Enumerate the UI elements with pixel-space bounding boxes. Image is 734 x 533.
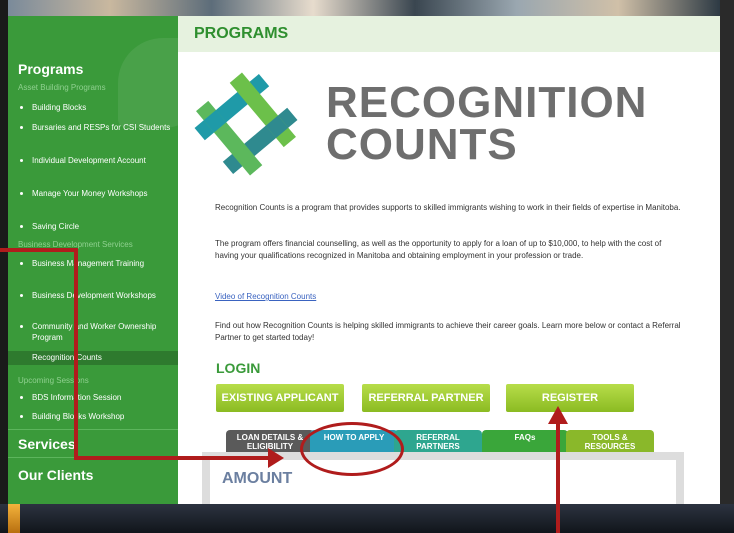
sidebar-item-ida[interactable]: Individual Development Account xyxy=(18,155,178,166)
program-tabs: LOAN DETAILS & ELIGIBILITY HOW TO APPLY … xyxy=(218,430,688,452)
leaf-decoration xyxy=(118,38,178,128)
sidebar-item-services[interactable]: Services xyxy=(18,436,76,452)
recognition-counts-logo-icon xyxy=(194,72,298,176)
sidebar-item-label: Bursaries and RESPs for CSI Students xyxy=(32,123,171,132)
bullet-icon xyxy=(20,192,23,195)
tab-referral-partners[interactable]: REFERRAL PARTNERS xyxy=(394,430,482,452)
sidebar-item-bursaries[interactable]: Bursaries and RESPs for CSI Students xyxy=(18,122,178,133)
logo-line2: COUNTS xyxy=(326,120,518,169)
financial-paragraph: The program offers financial counselling… xyxy=(215,239,662,260)
sidebar-item-building-blocks-workshop[interactable]: Building Blocks Workshop xyxy=(18,411,178,422)
video-link[interactable]: Video of Recognition Counts xyxy=(215,292,316,301)
banner-photo-strip xyxy=(8,0,720,16)
sidebar-section-asset-building: Asset Building Programs xyxy=(18,83,106,92)
taskbar xyxy=(0,504,734,533)
sidebar-item-label: Business Management Training xyxy=(32,259,145,268)
sidebar-item-community-ownership[interactable]: Community and Worker Ownership Program xyxy=(18,321,178,343)
bullet-icon xyxy=(20,325,23,328)
sidebar: Programs Asset Building Programs Buildin… xyxy=(8,16,178,504)
section-header: PROGRAMS xyxy=(178,16,720,52)
bullet-icon xyxy=(20,396,23,399)
sidebar-item-label: Individual Development Account xyxy=(32,156,146,165)
sidebar-item-money-workshops[interactable]: Manage Your Money Workshops xyxy=(18,188,178,199)
referral-partner-button[interactable]: REFERRAL PARTNER xyxy=(362,384,490,412)
sidebar-item-business-development[interactable]: Business Development Workshops xyxy=(18,290,178,301)
sidebar-item-our-clients[interactable]: Our Clients xyxy=(18,467,93,483)
divider xyxy=(8,429,178,430)
sidebar-item-recognition-counts[interactable]: Recognition Counts xyxy=(8,351,178,365)
bullet-icon xyxy=(20,126,23,129)
bullet-icon xyxy=(20,225,23,228)
annotation-arrow-left-horizontal xyxy=(74,456,270,460)
page-title: PROGRAMS xyxy=(194,25,289,42)
sidebar-item-label: Community and Worker Ownership Program xyxy=(32,322,157,342)
sidebar-item-label: Manage Your Money Workshops xyxy=(32,189,148,198)
annotation-arrow-left-segment xyxy=(0,248,78,252)
window-edge xyxy=(720,0,734,504)
intro-paragraph: Recognition Counts is a program that pro… xyxy=(215,203,681,212)
sidebar-item-label: Saving Circle xyxy=(32,222,80,231)
highlight-circle xyxy=(300,422,404,476)
annotation-arrow-up-vertical xyxy=(556,422,560,533)
sidebar-item-business-management[interactable]: Business Management Training xyxy=(18,258,178,269)
bullet-icon xyxy=(20,415,23,418)
bullet-icon xyxy=(20,262,23,265)
annotation-arrow-left-vertical xyxy=(74,248,78,460)
bullet-icon xyxy=(20,106,23,109)
arrow-up-icon xyxy=(548,406,568,424)
arrow-right-icon xyxy=(268,448,284,468)
logo-line1: RECOGNITION xyxy=(326,78,648,127)
amount-heading: AMOUNT xyxy=(222,470,293,487)
sidebar-item-building-blocks[interactable]: Building Blocks xyxy=(18,102,178,113)
sidebar-item-label: Building Blocks Workshop xyxy=(32,412,125,421)
learn-more-paragraph: Find out how Recognition Counts is helpi… xyxy=(215,321,681,342)
existing-applicant-button[interactable]: EXISTING APPLICANT xyxy=(216,384,344,412)
logo-wordmark: RECOGNITION COUNTS xyxy=(326,78,648,169)
sidebar-item-label: Building Blocks xyxy=(32,103,87,112)
sidebar-section-upcoming: Upcoming Sessions xyxy=(18,376,89,385)
main-content: RECOGNITION COUNTS Recognition Counts is… xyxy=(178,52,720,504)
sidebar-item-bds-session[interactable]: BDS Information Session xyxy=(18,392,178,403)
login-heading: LOGIN xyxy=(216,360,261,376)
bullet-icon xyxy=(20,294,23,297)
sidebar-heading-programs[interactable]: Programs xyxy=(18,61,83,77)
start-button-icon[interactable] xyxy=(8,504,20,533)
sidebar-item-label: Business Development Workshops xyxy=(32,291,156,300)
bullet-icon xyxy=(20,159,23,162)
register-button[interactable]: REGISTER xyxy=(506,384,634,412)
tab-tools-resources[interactable]: TOOLS & RESOURCES xyxy=(566,430,654,452)
sidebar-item-saving-circle[interactable]: Saving Circle xyxy=(18,221,178,232)
